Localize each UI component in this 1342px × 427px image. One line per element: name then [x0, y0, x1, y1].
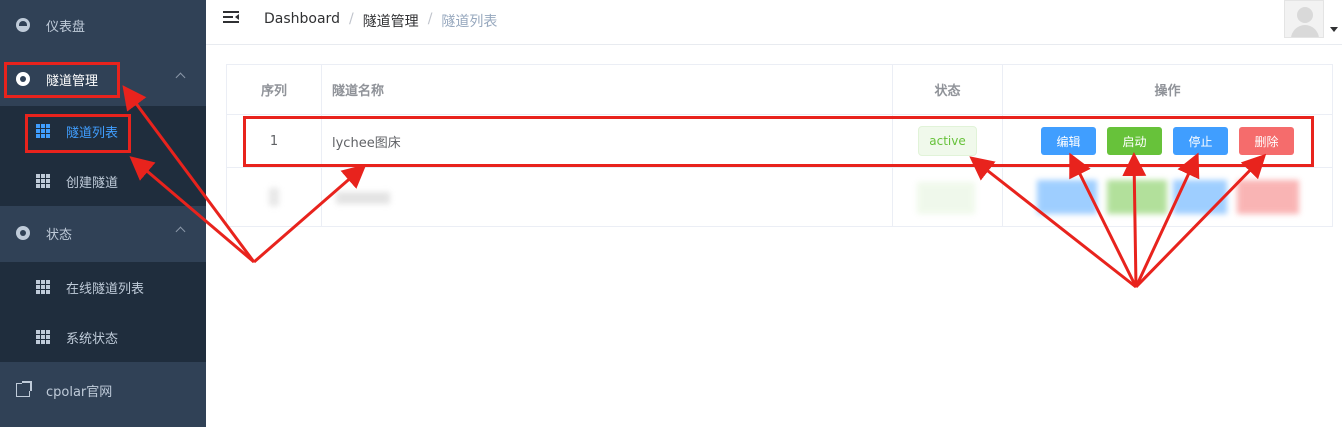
blurred-block [1173, 180, 1227, 214]
top-bar: Dashboard / 隧道管理 / 隧道列表 [206, 0, 1342, 45]
status-icon [16, 226, 30, 240]
app-root: 仪表盘 隧道管理 隧道列表 创建隧道 状态 在线隧道列表 系统状态 cpolar… [0, 0, 1342, 427]
tunnel-icon [16, 72, 30, 86]
blurred-block [917, 182, 975, 214]
breadcrumb-item-dashboard[interactable]: Dashboard [264, 11, 340, 31]
grid-icon [36, 174, 50, 188]
blurred-block [269, 188, 279, 206]
sidebar-item-label: 隧道列表 [66, 125, 119, 141]
sidebar-item-tunnel-list[interactable]: 隧道列表 [0, 106, 206, 156]
row-actions-cell: 编辑 启动 停止 删除 [1003, 115, 1332, 167]
sidebar-item-label: cpolar官网 [46, 384, 113, 400]
obscured-cell [1003, 168, 1332, 226]
blurred-block [336, 192, 390, 204]
start-button[interactable]: 启动 [1107, 127, 1162, 155]
sidebar-item-dashboard[interactable]: 仪表盘 [0, 0, 206, 50]
sidebar-item-system-status[interactable]: 系统状态 [0, 312, 206, 362]
sidebar-item-label: 创建隧道 [66, 175, 119, 191]
breadcrumb-item-tunnel-list: 隧道列表 [441, 14, 498, 30]
delete-button[interactable]: 删除 [1239, 127, 1294, 155]
avatar-body [1291, 25, 1319, 37]
grid-icon [36, 124, 50, 138]
table-row-obscured [227, 168, 1332, 226]
table-row: 1 lychee图床 active 编辑 启动 停止 删除 [227, 115, 1332, 168]
dashboard-icon [16, 18, 30, 32]
table-header-row: 序列 隧道名称 状态 操作 [227, 65, 1332, 115]
breadcrumb: Dashboard / 隧道管理 / 隧道列表 [264, 11, 497, 31]
sidebar-item-create-tunnel[interactable]: 创建隧道 [0, 156, 206, 206]
sidebar-item-cpolar-website[interactable]: cpolar官网 [0, 365, 206, 415]
sidebar-item-label: 状态 [46, 227, 73, 243]
chevron-up-icon [175, 226, 186, 237]
breadcrumb-separator: / [427, 11, 433, 27]
sidebar-item-label: 隧道管理 [46, 73, 99, 89]
sidebar: 仪表盘 隧道管理 隧道列表 创建隧道 状态 在线隧道列表 系统状态 cpolar… [0, 0, 206, 427]
breadcrumb-separator: / [348, 11, 354, 27]
tunnel-table: 序列 隧道名称 状态 操作 1 lychee图床 active 编辑 启动 停止… [226, 64, 1333, 227]
header-name: 隧道名称 [322, 65, 893, 114]
sidebar-item-label: 仪表盘 [46, 19, 86, 35]
status-badge: active [918, 126, 977, 156]
row-tunnel-name: lychee图床 [322, 115, 893, 167]
breadcrumb-item-tunnel-management[interactable]: 隧道管理 [363, 11, 419, 31]
sidebar-item-label: 系统状态 [66, 331, 119, 347]
grid-icon [36, 330, 50, 344]
sidebar-item-tunnel-management[interactable]: 隧道管理 [0, 54, 206, 104]
row-index: 1 [227, 115, 322, 167]
obscured-cell [322, 168, 893, 226]
sidebar-item-label: 在线隧道列表 [66, 281, 145, 297]
header-index: 序列 [227, 65, 322, 114]
obscured-cell [227, 168, 322, 226]
caret-down-icon[interactable] [1330, 27, 1338, 32]
blurred-block [1037, 180, 1097, 214]
obscured-cell [893, 168, 1003, 226]
header-actions: 操作 [1154, 84, 1181, 99]
sidebar-item-online-tunnels[interactable]: 在线隧道列表 [0, 262, 206, 312]
avatar[interactable] [1284, 0, 1324, 38]
menu-toggle-icon[interactable] [223, 11, 239, 25]
row-status-cell: active [893, 115, 1003, 167]
external-link-icon [16, 381, 32, 397]
stop-button[interactable]: 停止 [1173, 127, 1228, 155]
blurred-block [1237, 180, 1299, 214]
chevron-up-icon [175, 72, 186, 83]
header-status: 状态 [893, 65, 1003, 114]
sidebar-item-status[interactable]: 状态 [0, 208, 206, 258]
grid-icon [36, 280, 50, 294]
blurred-block [1107, 180, 1167, 214]
avatar-head [1297, 7, 1313, 23]
edit-button[interactable]: 编辑 [1041, 127, 1096, 155]
